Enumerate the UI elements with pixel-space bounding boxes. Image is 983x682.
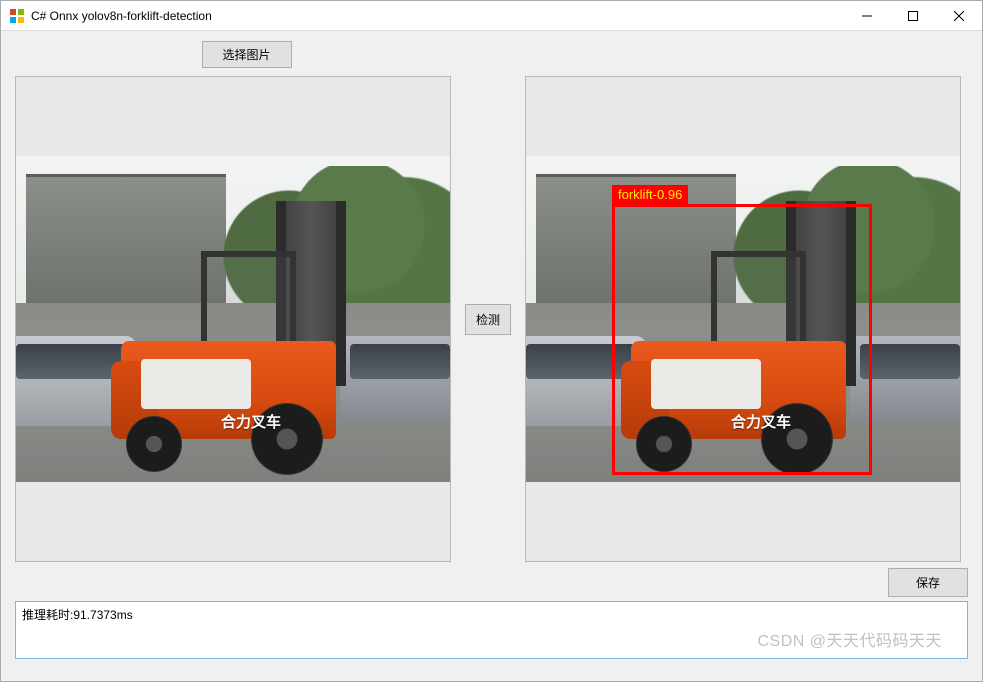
detection-bbox: forklift-0.96 bbox=[612, 204, 872, 475]
source-image: 合力叉车 bbox=[16, 156, 450, 482]
log-line: 推理耗时:91.7373ms bbox=[22, 606, 961, 623]
source-image-panel: 合力叉车 bbox=[15, 76, 451, 562]
app-window: C# Onnx yolov8n-forklift-detection 选择图片 bbox=[0, 0, 983, 682]
select-image-button[interactable]: 选择图片 bbox=[202, 41, 292, 68]
close-button[interactable] bbox=[936, 1, 982, 30]
save-button[interactable]: 保存 bbox=[888, 568, 968, 597]
minimize-icon bbox=[862, 11, 872, 21]
forklift-brand-text: 合力叉车 bbox=[221, 411, 281, 432]
detect-button[interactable]: 检测 bbox=[465, 304, 511, 335]
maximize-icon bbox=[908, 11, 918, 21]
maximize-button[interactable] bbox=[890, 1, 936, 30]
app-icon bbox=[9, 8, 25, 24]
image-row: 合力叉车 检测 bbox=[15, 76, 968, 562]
window-title: C# Onnx yolov8n-forklift-detection bbox=[31, 9, 844, 23]
titlebar: C# Onnx yolov8n-forklift-detection bbox=[1, 1, 982, 31]
detection-label: forklift-0.96 bbox=[612, 185, 688, 204]
result-image: 合力叉车 forklift-0.96 bbox=[526, 156, 960, 482]
minimize-button[interactable] bbox=[844, 1, 890, 30]
top-button-row: 选择图片 bbox=[0, 41, 968, 68]
bottom-button-row: 保存 bbox=[15, 568, 968, 597]
result-image-panel: 合力叉车 forklift-0.96 bbox=[525, 76, 961, 562]
client-area: 选择图片 bbox=[1, 31, 982, 681]
log-output[interactable]: 推理耗时:91.7373ms bbox=[15, 601, 968, 659]
close-icon bbox=[954, 11, 964, 21]
window-controls bbox=[844, 1, 982, 30]
detect-column: 检测 bbox=[459, 304, 517, 335]
